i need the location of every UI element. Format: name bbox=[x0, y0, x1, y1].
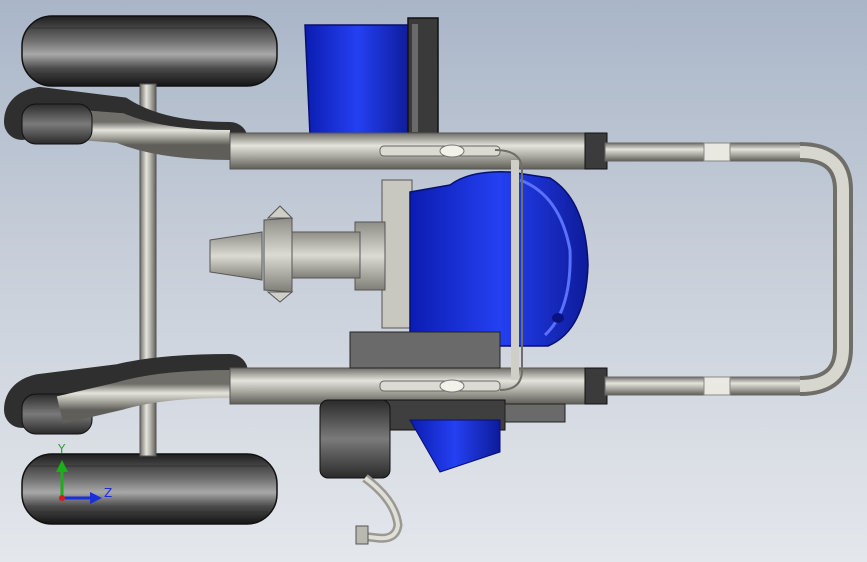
upper-housing bbox=[304, 17, 439, 139]
handle bbox=[604, 142, 853, 396]
frame-rail-bottom bbox=[4, 354, 608, 435]
wheel-top bbox=[21, 15, 278, 87]
motor-housing bbox=[409, 171, 589, 347]
cad-viewport[interactable]: Y Z bbox=[0, 0, 867, 562]
triad-z-label: Z bbox=[104, 486, 113, 500]
x-axis-origin bbox=[59, 495, 65, 501]
lower-assembly bbox=[319, 331, 566, 479]
triad-y-label: Y bbox=[58, 442, 66, 456]
pump-nozzle bbox=[209, 205, 386, 303]
pressure-washer-model[interactable] bbox=[0, 0, 867, 562]
mount-plate bbox=[381, 179, 413, 329]
